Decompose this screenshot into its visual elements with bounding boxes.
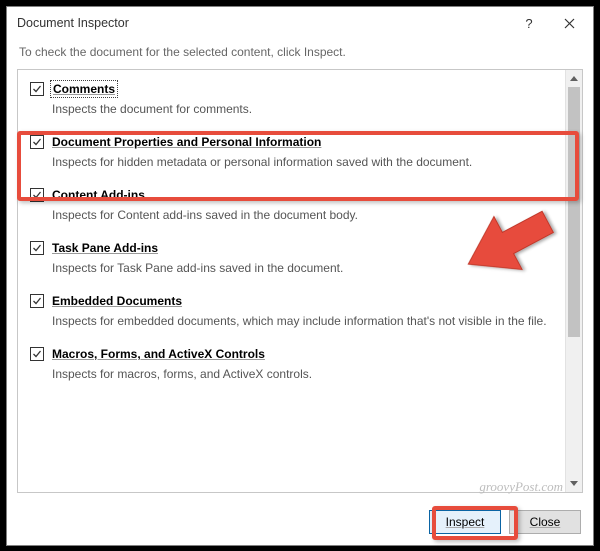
checkmark-icon — [32, 243, 42, 253]
scroll-up-icon[interactable] — [566, 70, 582, 87]
checkbox-taskpane-addins[interactable] — [30, 241, 44, 255]
close-button[interactable]: Close — [509, 510, 581, 534]
item-label[interactable]: Comments — [52, 82, 116, 96]
item-label[interactable]: Content Add-ins — [52, 188, 145, 202]
close-window-button[interactable] — [549, 9, 589, 37]
item-desc: Inspects the document for comments. — [52, 102, 555, 116]
scrollbar-thumb[interactable] — [568, 87, 580, 337]
checkbox-macros[interactable] — [30, 347, 44, 361]
titlebar: Document Inspector ? — [7, 7, 593, 39]
inspector-item-content-addins: Content Add-ins Inspects for Content add… — [26, 182, 559, 235]
item-desc: Inspects for hidden metadata or personal… — [52, 155, 555, 169]
checkbox-properties[interactable] — [30, 135, 44, 149]
screenshot-frame: Document Inspector ? To check the docume… — [0, 0, 600, 551]
checkmark-icon — [32, 296, 42, 306]
checkbox-content-addins[interactable] — [30, 188, 44, 202]
help-button[interactable]: ? — [509, 9, 549, 37]
checkbox-embedded-docs[interactable] — [30, 294, 44, 308]
scrollbar[interactable] — [565, 70, 582, 492]
inspector-item-embedded-docs: Embedded Documents Inspects for embedded… — [26, 288, 559, 341]
item-desc: Inspects for Task Pane add-ins saved in … — [52, 261, 555, 275]
inspector-item-comments: Comments Inspects the document for comme… — [26, 76, 559, 129]
checkmark-icon — [32, 190, 42, 200]
inspector-list-container: Comments Inspects the document for comme… — [17, 69, 583, 493]
item-label[interactable]: Macros, Forms, and ActiveX Controls — [52, 347, 265, 361]
item-label[interactable]: Embedded Documents — [52, 294, 182, 308]
inspector-item-taskpane-addins: Task Pane Add-ins Inspects for Task Pane… — [26, 235, 559, 288]
item-desc: Inspects for macros, forms, and ActiveX … — [52, 367, 555, 381]
inspector-item-macros: Macros, Forms, and ActiveX Controls Insp… — [26, 341, 559, 394]
inspect-button[interactable]: Inspect — [429, 510, 501, 534]
dialog-button-row: Inspect Close — [7, 499, 593, 545]
item-desc: Inspects for embedded documents, which m… — [52, 314, 555, 328]
item-label[interactable]: Task Pane Add-ins — [52, 241, 158, 255]
document-inspector-dialog: Document Inspector ? To check the docume… — [6, 6, 594, 546]
dialog-subtitle: To check the document for the selected c… — [7, 39, 593, 69]
checkmark-icon — [32, 84, 42, 94]
inspector-item-properties: Document Properties and Personal Informa… — [26, 129, 559, 182]
item-desc: Inspects for Content add-ins saved in th… — [52, 208, 555, 222]
checkmark-icon — [32, 137, 42, 147]
dialog-title: Document Inspector — [17, 16, 509, 30]
checkbox-comments[interactable] — [30, 82, 44, 96]
close-icon — [564, 18, 575, 29]
inspector-list: Comments Inspects the document for comme… — [18, 70, 565, 492]
checkmark-icon — [32, 349, 42, 359]
item-label[interactable]: Document Properties and Personal Informa… — [52, 135, 321, 149]
scroll-down-icon[interactable] — [566, 475, 582, 492]
